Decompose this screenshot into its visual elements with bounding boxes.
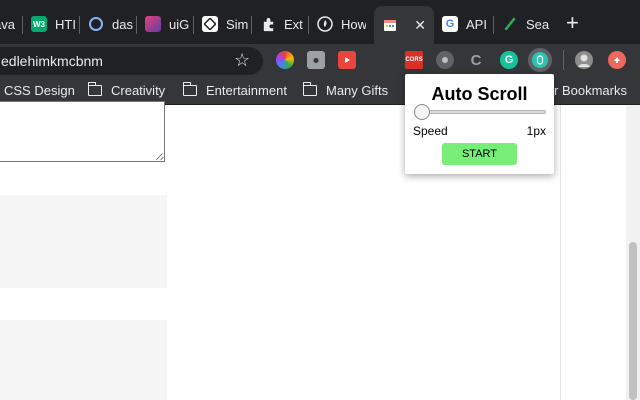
tab-9[interactable]: G API [434,8,494,40]
cors-icon[interactable]: CORS [405,51,423,69]
tab-label: How [341,16,366,32]
bookmark-label: Many Gifts [326,83,389,98]
auto-scroll-popup: Auto Scroll Speed 1px START [405,74,554,174]
tab-6[interactable]: Ext [252,8,309,40]
camera-icon[interactable] [307,51,325,69]
tab-label: ava [0,16,15,32]
new-tab-icon[interactable]: + [566,12,579,34]
tab-label: Sea [526,16,550,32]
browser-toolbar: edlehimkmcbnm ☆ CORS C G [0,44,640,76]
profile-avatar-icon[interactable] [575,51,593,69]
bookmark-other-bookmarks[interactable]: r Bookmarks [554,83,627,98]
scrollbar-thumb[interactable] [629,242,637,400]
tab-3[interactable]: das [80,8,137,40]
tab-label: uiG [169,16,190,32]
code-icon[interactable]: C [467,51,485,69]
tab-label: API [466,16,487,32]
color-wheel-icon[interactable] [276,51,294,69]
folder-icon [302,82,317,96]
auto-scroll-icon[interactable] [528,48,552,72]
tab-7[interactable]: How [309,8,366,40]
folder-icon [182,82,197,96]
toolbar-divider [563,50,564,70]
page-scrollbar[interactable] [626,105,640,400]
folder-icon [87,82,102,96]
tab-label: Ext [284,16,303,32]
update-arrow-icon[interactable] [608,51,626,69]
grammarly-icon[interactable]: G [500,51,518,69]
bookmark-label: CSS Design [4,83,75,98]
flame-favicon-icon [317,16,333,32]
tab-active[interactable]: ✕ [374,6,434,44]
bookmark-label: Entertainment [206,83,287,98]
puzzle-extension-icon [260,16,276,32]
bookmark-label: r Bookmarks [554,83,627,98]
column-divider [560,105,561,400]
circle-favicon-icon [88,16,104,32]
simple-favicon-icon [202,16,218,32]
resize-grip-icon[interactable] [155,152,163,160]
popup-title: Auto Scroll [431,84,528,104]
speed-slider-thumb[interactable] [414,104,430,120]
unicorn-icon[interactable] [436,51,454,69]
bookmark-folder-many-gifts[interactable]: Many Gifts [302,82,389,98]
speed-slider-track[interactable] [415,110,546,114]
content-block [0,320,167,400]
tab-1[interactable]: ava [0,8,23,40]
screen-record-icon[interactable] [338,51,356,69]
bookmark-css-design[interactable]: CSS Design [4,83,75,98]
bookmark-label: Creativity [111,83,166,98]
tab-label: das [112,16,133,32]
rainbow-calendar-favicon-icon [382,17,398,33]
start-button[interactable]: START [442,143,517,165]
text-area[interactable] [0,101,165,162]
tab-strip: ava W3 HTI das uiG Sim Ext How [0,0,640,44]
address-bar[interactable]: edlehimkmcbnm ☆ [0,47,263,75]
bookmark-star-icon[interactable]: ☆ [234,50,250,71]
pen-favicon-icon [502,16,518,32]
google-favicon-icon: G [442,16,458,32]
w3schools-favicon-icon: W3 [31,16,47,32]
tab-10[interactable]: Sea [494,8,552,40]
uigradients-favicon-icon [145,16,161,32]
tab-2[interactable]: W3 HTI [23,8,80,40]
close-tab-icon[interactable]: ✕ [414,17,426,34]
speed-value: 1px [526,124,546,138]
tab-5[interactable]: Sim [194,8,252,40]
bookmark-folder-entertainment[interactable]: Entertainment [182,82,287,98]
tab-label: Sim [226,16,249,32]
tab-label: HTI [55,16,76,32]
speed-label: Speed [413,124,448,138]
url-text: edlehimkmcbnm [1,53,103,69]
bookmark-folder-creativity[interactable]: Creativity [87,82,166,98]
content-block [0,195,167,288]
tab-4[interactable]: uiG [137,8,194,40]
